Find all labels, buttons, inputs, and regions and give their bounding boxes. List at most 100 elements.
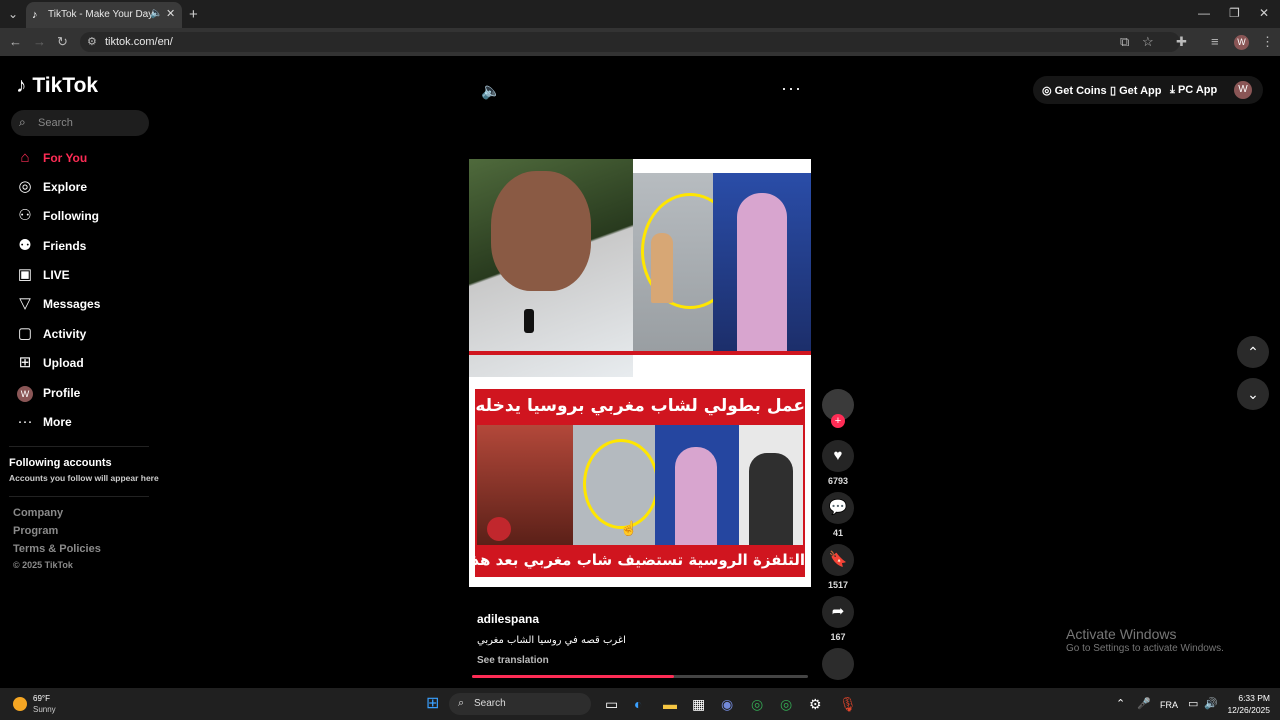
thumb-news xyxy=(655,425,739,545)
sidebar-item-live[interactable]: ▣ LIVE xyxy=(15,265,155,285)
pc-app-button[interactable]: ⤓ PC App xyxy=(1170,84,1217,97)
news-anchor-figure xyxy=(737,193,787,353)
chrome-profile-icon[interactable]: ◎ xyxy=(780,696,792,712)
logo-text: TikTok xyxy=(32,74,99,97)
sidebar-item-messages[interactable]: ▽ Messages xyxy=(15,294,155,314)
volume-icon[interactable]: 🔈 xyxy=(481,81,501,101)
follow-plus-icon[interactable]: + xyxy=(831,414,845,428)
speaker-icon[interactable]: 🔊 xyxy=(1204,696,1218,712)
task-view-icon[interactable]: ▭ xyxy=(605,696,618,712)
shares-count: 167 xyxy=(830,632,846,642)
thumbnail-card: عمل بطولي لشاب مغربي بروسيا يدخله التاري… xyxy=(475,389,805,577)
tiktok-logo[interactable]: ♪ TikTok xyxy=(16,74,98,98)
person-icon: ⚇ xyxy=(18,207,32,224)
taskbar-search[interactable]: ⌕ Search xyxy=(449,693,591,715)
bookmark-star-icon[interactable]: ☆ xyxy=(1142,34,1154,50)
footer-terms[interactable]: Terms & Policies xyxy=(13,543,101,555)
phone-icon: ▯ xyxy=(1110,85,1117,97)
sidebar-item-label: Explore xyxy=(43,180,88,194)
windows-start-icon[interactable]: ⊞ xyxy=(426,696,439,712)
see-translation-link[interactable]: See translation xyxy=(477,655,549,666)
search-icon: ⌕ xyxy=(19,115,26,129)
following-accounts-title: Following accounts xyxy=(9,457,112,469)
store-icon[interactable]: ▦ xyxy=(692,696,705,712)
progress-track[interactable] xyxy=(472,675,808,678)
language-indicator[interactable]: FRA xyxy=(1160,700,1178,710)
share-arrow-icon: ➦ xyxy=(831,603,845,620)
sidebar-item-label: LIVE xyxy=(43,268,70,282)
tray-chevron-up-icon[interactable]: ⌃ xyxy=(1116,696,1125,712)
search-input[interactable]: ⌕ Search xyxy=(11,110,149,136)
sidebar-item-explore[interactable]: ◎ Explore xyxy=(15,177,155,197)
taskbar-search-icon: ⌕ xyxy=(458,697,465,709)
sidebar-item-more[interactable]: ··· More xyxy=(15,412,155,432)
address-bar[interactable]: ⚙ tiktok.com/en/ xyxy=(80,32,1180,52)
forward-icon[interactable]: → xyxy=(33,34,46,49)
like-button[interactable]: ♥ xyxy=(822,440,854,472)
site-info-icon[interactable]: ⚙ xyxy=(87,35,97,48)
comment-button[interactable]: 💬 xyxy=(822,492,854,524)
music-disc-avatar[interactable] xyxy=(822,648,854,680)
sidebar-item-profile[interactable]: W Profile xyxy=(15,383,155,403)
cast-icon[interactable]: ⧉ xyxy=(1120,34,1129,50)
thumb-street xyxy=(573,425,659,545)
sidebar-item-label: More xyxy=(43,415,72,429)
tab-audio-icon[interactable]: 🔈 xyxy=(150,8,162,19)
sidebar-item-friends[interactable]: ⚉ Friends xyxy=(15,236,155,256)
back-icon[interactable]: ← xyxy=(9,34,22,49)
get-coins-button[interactable]: ◎ Get Coins xyxy=(1042,84,1107,97)
browser-tab[interactable]: ♪ TikTok - Make Your Day 🔈 ✕ xyxy=(26,2,182,28)
save-button[interactable]: 🔖 xyxy=(822,544,854,576)
file-explorer-icon[interactable]: ▬ xyxy=(663,696,677,712)
saves-count: 1517 xyxy=(827,580,849,590)
maximize-button[interactable]: ❐ xyxy=(1229,6,1240,20)
reload-icon[interactable]: ↻ xyxy=(57,34,68,50)
network-icon[interactable]: ▭ xyxy=(1188,696,1198,712)
footer-company[interactable]: Company xyxy=(13,507,63,519)
share-button[interactable]: ➦ xyxy=(822,596,854,628)
taskbar-search-label: Search xyxy=(474,698,506,709)
extensions-icon[interactable]: ✚ xyxy=(1176,34,1187,50)
author-name[interactable]: adilespana xyxy=(477,612,539,626)
clock-time[interactable]: 6:33 PM xyxy=(1230,693,1270,703)
settings-gear-icon[interactable]: ⚙ xyxy=(809,696,822,712)
discord-icon[interactable]: ◉ xyxy=(721,696,733,712)
activate-windows-sub: Go to Settings to activate Windows. xyxy=(1066,643,1224,654)
close-tab-icon[interactable]: ✕ xyxy=(166,7,175,20)
thumb-police xyxy=(739,425,803,545)
previous-video-button[interactable]: ⌃ xyxy=(1237,336,1269,368)
video-player[interactable]: عمل بطولي لشاب مغربي بروسيا يدخله التاري… xyxy=(469,159,811,587)
tiktok-favicon-icon: ♪ xyxy=(32,9,38,21)
microphone-app-icon[interactable]: 🎙 xyxy=(839,696,857,712)
sidebar-item-label: Activity xyxy=(43,327,87,341)
sidebar-divider xyxy=(9,446,149,447)
more-options-icon[interactable]: ··· xyxy=(781,78,802,99)
comment-bubble-icon: 💬 xyxy=(828,499,848,516)
browser-profile-avatar[interactable]: W xyxy=(1234,35,1249,50)
next-video-button[interactable]: ⌄ xyxy=(1237,378,1269,410)
sun-weather-icon[interactable] xyxy=(13,697,27,711)
sidebar-item-upload[interactable]: ⊞ Upload xyxy=(15,353,155,373)
tab-title: TikTok - Make Your Day xyxy=(48,9,154,20)
minimize-button[interactable]: — xyxy=(1198,6,1210,20)
chrome-icon[interactable]: ◎ xyxy=(751,696,763,712)
sidebar-item-activity[interactable]: ▢ Activity xyxy=(15,324,155,344)
search-placeholder: Search xyxy=(38,117,73,129)
get-app-button[interactable]: ▯ Get App xyxy=(1110,84,1162,97)
footer-program[interactable]: Program xyxy=(13,525,58,537)
media-control-icon[interactable]: ≡ xyxy=(1211,34,1219,49)
browser-menu-icon[interactable]: ⋮ xyxy=(1261,34,1274,50)
tab-list-icon[interactable]: ⌄ xyxy=(8,7,18,21)
clock-date[interactable]: 12/26/2025 xyxy=(1220,705,1270,715)
sidebar-item-for-you[interactable]: ⌂ For You xyxy=(15,148,155,168)
person-figure xyxy=(651,233,673,303)
sidebar-item-following[interactable]: ⚇ Following xyxy=(15,206,155,226)
tiktok-note-icon: ♪ xyxy=(16,74,27,97)
thumb-person xyxy=(477,425,573,545)
new-tab-button[interactable]: + xyxy=(189,6,198,23)
close-window-button[interactable]: ✕ xyxy=(1259,6,1269,20)
edge-icon[interactable]: ◐ xyxy=(634,696,642,712)
tray-mic-icon[interactable]: 🎤 xyxy=(1137,696,1151,712)
user-avatar[interactable]: W xyxy=(1234,81,1252,99)
chevron-down-icon: ⌄ xyxy=(1247,386,1259,402)
